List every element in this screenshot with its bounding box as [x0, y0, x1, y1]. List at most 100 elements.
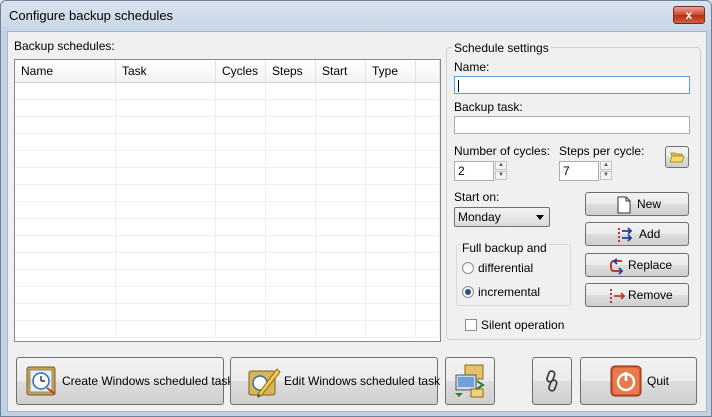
table-cell: [416, 219, 440, 235]
silent-operation-label[interactable]: Silent operation: [481, 318, 564, 332]
table-cell: [216, 202, 266, 218]
schedules-label: Backup schedules:: [14, 39, 115, 53]
clock-task-icon: [26, 366, 56, 396]
table-cell: [316, 304, 366, 320]
start-on-label: Start on:: [454, 190, 500, 204]
table-cell: [316, 117, 366, 133]
schedules-grid[interactable]: Name Task Cycles Steps Start Type: [14, 59, 441, 342]
quit-label: Quit: [647, 374, 670, 388]
table-cell: [216, 287, 266, 303]
table-cell: [216, 83, 266, 99]
table-cell: [15, 168, 116, 184]
differential-label[interactable]: differential: [478, 261, 533, 275]
table-cell: [416, 151, 440, 167]
table-cell: [416, 134, 440, 150]
table-cell: [216, 134, 266, 150]
silent-operation-checkbox[interactable]: [465, 319, 477, 331]
table-cell: [416, 236, 440, 252]
table-cell: [116, 321, 216, 337]
table-cell: [366, 270, 416, 286]
table-cell: [216, 253, 266, 269]
table-cell: [366, 304, 416, 320]
table-cell: [366, 134, 416, 150]
table-cell: [266, 270, 316, 286]
table-cell: [216, 168, 266, 184]
export-button[interactable]: [445, 357, 495, 405]
window-title: Configure backup schedules: [9, 8, 174, 23]
steps-value[interactable]: 7: [559, 161, 599, 181]
table-cell: [266, 202, 316, 218]
table-row: [15, 321, 440, 338]
add-label: Add: [639, 227, 661, 241]
table-row: [15, 185, 440, 202]
table-cell: [266, 287, 316, 303]
edit-task-button[interactable]: Edit Windows scheduled task: [230, 357, 440, 405]
create-task-button[interactable]: Create Windows scheduled task: [16, 357, 233, 405]
steps-label: Steps per cycle:: [559, 144, 645, 158]
table-cell: [366, 287, 416, 303]
cycles-up-button[interactable]: ▲: [495, 161, 507, 170]
folder-open-icon: [669, 152, 685, 163]
add-button[interactable]: Add: [585, 222, 689, 246]
create-task-label: Create Windows scheduled task: [62, 374, 234, 388]
table-cell: [266, 100, 316, 116]
steps-up-button[interactable]: ▲: [600, 161, 612, 170]
table-row: [15, 202, 440, 219]
incremental-label[interactable]: incremental: [478, 285, 540, 299]
table-row: [15, 100, 440, 117]
differential-radio[interactable]: [462, 262, 474, 274]
table-cell: [316, 219, 366, 235]
table-cell: [216, 100, 266, 116]
table-row: [15, 270, 440, 287]
table-cell: [366, 151, 416, 167]
table-cell: [416, 321, 440, 337]
column-header-task[interactable]: Task: [116, 60, 216, 82]
chevron-down-icon: [536, 215, 544, 220]
table-cell: [416, 304, 440, 320]
table-cell: [15, 321, 116, 337]
cycles-value[interactable]: 2: [454, 161, 494, 181]
table-cell: [15, 134, 116, 150]
table-cell: [266, 185, 316, 201]
table-cell: [416, 202, 440, 218]
column-header-name[interactable]: Name: [15, 60, 116, 82]
table-row: [15, 304, 440, 321]
remove-button[interactable]: Remove: [585, 283, 689, 307]
table-cell: [416, 287, 440, 303]
table-cell: [116, 100, 216, 116]
cycles-down-button[interactable]: ▼: [495, 171, 507, 180]
column-header-steps[interactable]: Steps: [266, 60, 316, 82]
new-button[interactable]: New: [585, 192, 689, 216]
column-header-type[interactable]: Type: [366, 60, 416, 82]
backup-task-field[interactable]: [454, 116, 690, 134]
table-cell: [116, 253, 216, 269]
table-cell: [316, 83, 366, 99]
table-cell: [266, 134, 316, 150]
table-cell: [266, 83, 316, 99]
steps-down-button[interactable]: ▼: [600, 171, 612, 180]
table-cell: [316, 270, 366, 286]
name-field[interactable]: [454, 76, 690, 94]
column-header-cycles[interactable]: Cycles: [216, 60, 266, 82]
table-cell: [316, 253, 366, 269]
table-cell: [15, 151, 116, 167]
quit-button[interactable]: Quit: [580, 357, 697, 405]
column-header-start[interactable]: Start: [316, 60, 366, 82]
start-on-select[interactable]: Monday: [454, 207, 550, 227]
table-row: [15, 236, 440, 253]
link-button[interactable]: [532, 357, 572, 405]
table-cell: [266, 304, 316, 320]
table-cell: [116, 219, 216, 235]
table-cell: [116, 287, 216, 303]
replace-button[interactable]: Replace: [585, 253, 689, 277]
incremental-radio[interactable]: [462, 286, 474, 298]
table-row: [15, 151, 440, 168]
table-cell: [216, 219, 266, 235]
table-cell: [216, 117, 266, 133]
browse-button[interactable]: [665, 146, 689, 168]
table-cell: [116, 202, 216, 218]
table-cell: [366, 185, 416, 201]
table-cell: [15, 185, 116, 201]
close-button[interactable]: x: [673, 6, 705, 24]
table-cell: [116, 117, 216, 133]
